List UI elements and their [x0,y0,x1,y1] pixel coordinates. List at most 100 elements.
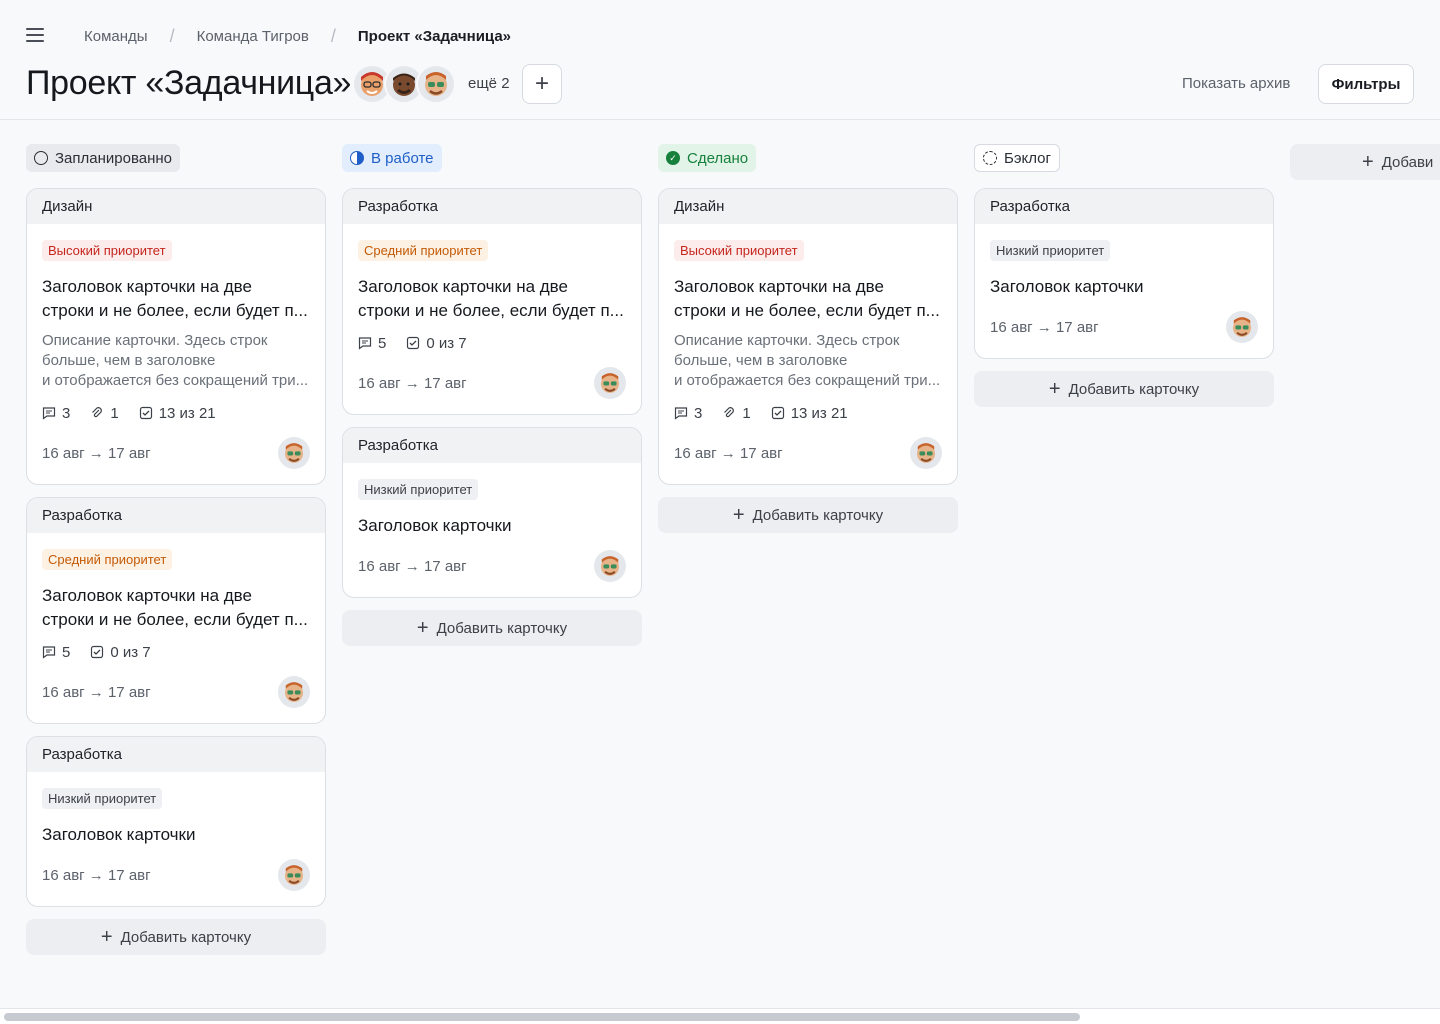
priority-badge: Низкий приоритет [42,788,163,809]
comments-value: 3 [62,404,71,422]
card-title: Заголовок карточки [358,516,512,535]
add-card-button[interactable]: + Добавить карточку [342,610,642,646]
card-meta: 3 1 13 из 21 [42,401,310,425]
task-card[interactable]: Разработка Низкий приоритет Заголовок ка… [974,188,1274,359]
member-avatars[interactable] [352,64,456,104]
priority-badge: Низкий приоритет [990,240,1111,261]
checklist-value: 13 из 21 [790,404,848,422]
assignee-avatar[interactable] [278,859,310,891]
filters-button[interactable]: Фильтры [1318,64,1414,104]
more-members-count[interactable]: ещё 2 [468,75,510,92]
priority-badge: Низкий приоритет [358,479,479,500]
status-backlog[interactable]: Бэклог [974,144,1060,172]
plus-icon: + [732,503,745,526]
checkbox-icon [139,406,152,420]
priority-badge: Средний приоритет [358,240,489,261]
card-title: Заголовок карточки на две строки и не бо… [42,586,308,629]
status-done[interactable]: ✓ Сделано [658,144,757,172]
status-label: Сделано [687,149,749,167]
card-meta: 5 0 из 7 [358,331,626,355]
add-card-button[interactable]: + Добавить карточку [974,371,1274,407]
card-meta: 5 0 из 7 [42,640,310,664]
add-member-button[interactable]: + [522,64,562,104]
comments-value: 3 [694,404,703,422]
hamburger-menu-icon[interactable] [26,28,46,44]
add-column-button[interactable]: + Добави [1290,144,1440,180]
card-title: Заголовок карточки [42,825,196,844]
comments-count: 3 [42,405,70,422]
breadcrumb-team[interactable]: Команда Тигров [197,28,309,45]
avatar[interactable] [416,64,456,104]
circle-outline-icon [34,151,48,165]
card-title: Заголовок карточки на две строки и не бо… [358,277,624,320]
card-category: Дизайн [659,189,957,224]
card-dates: 16 авг → 17 авг [358,374,467,392]
comment-icon [674,407,688,420]
assignee-avatar[interactable] [594,550,626,582]
plus-icon: + [1362,150,1374,173]
add-column-label: Добави [1381,153,1434,171]
card-dates: 16 авг → 17 авг [990,318,1099,336]
task-card[interactable]: Дизайн Высокий приоритет Заголовок карто… [26,188,326,485]
assignee-avatar[interactable] [594,367,626,399]
breadcrumb: Команды / Команда Тигров / Проект «Задач… [84,26,511,47]
comments-count: 5 [42,644,70,661]
card-dates: 16 авг → 17 авг [42,444,151,462]
card-category: Разработка [975,189,1273,224]
show-archive-link[interactable]: Показать архив [1182,75,1290,92]
task-card[interactable]: Разработка Средний приоритет Заголовок к… [26,497,326,724]
attachments-count: 1 [722,405,751,422]
card-category: Дизайн [27,189,325,224]
task-card[interactable]: Разработка Низкий приоритет Заголовок ка… [342,427,642,598]
status-planned[interactable]: Запланированно [26,144,181,172]
checklist-count: 13 из 21 [139,405,216,422]
card-dates: 16 авг → 17 авг [358,557,467,575]
checklist-value: 13 из 21 [158,404,216,422]
task-card[interactable]: Дизайн Высокий приоритет Заголовок карто… [658,188,958,485]
check-circle-icon: ✓ [666,151,680,165]
checklist-value: 0 из 7 [110,643,151,661]
horizontal-scrollbar[interactable] [0,1008,1440,1024]
breadcrumb-separator: / [330,26,336,46]
card-title: Заголовок карточки на две строки и не бо… [42,277,308,320]
status-in-progress[interactable]: В работе [342,144,442,172]
comments-value: 5 [378,334,387,352]
card-category: Разработка [343,189,641,224]
comments-count: 3 [674,405,702,422]
add-card-button[interactable]: + Добавить карточку [658,497,958,533]
task-card[interactable]: Разработка Средний приоритет Заголовок к… [342,188,642,415]
comments-value: 5 [62,643,71,661]
column-in-progress: В работе Разработка Средний приоритет За… [342,144,642,646]
checklist-count: 0 из 7 [90,643,151,661]
card-meta: 3 1 13 из 21 [674,401,942,425]
assignee-avatar[interactable] [1226,311,1258,343]
card-category: Разработка [27,737,325,772]
paperclip-icon [92,407,103,418]
add-card-label: Добавить карточку [436,619,568,637]
checkbox-icon [407,336,420,350]
add-card-button[interactable]: + Добавить карточку [26,919,326,955]
plus-icon: + [100,925,113,948]
checkbox-icon [771,406,784,420]
assignee-avatar[interactable] [910,437,942,469]
card-dates: 16 авг → 17 авг [674,444,783,462]
assignee-avatar[interactable] [278,676,310,708]
card-category: Разработка [343,428,641,463]
card-dates: 16 авг → 17 авг [42,866,151,884]
assignee-avatar[interactable] [278,437,310,469]
column-done: ✓ Сделано Дизайн Высокий приоритет Загол… [658,144,958,533]
scrollbar-thumb[interactable] [4,1013,1080,1021]
status-label: Бэклог [1004,149,1051,167]
column-planned: Запланированно Дизайн Высокий приоритет … [26,144,326,955]
priority-badge: Высокий приоритет [42,240,172,261]
attachments-value: 1 [110,404,119,422]
priority-badge: Средний приоритет [42,549,173,570]
task-card[interactable]: Разработка Низкий приоритет Заголовок ка… [26,736,326,907]
priority-badge: Высокий приоритет [674,240,804,261]
comments-count: 5 [358,335,386,352]
breadcrumb-teams[interactable]: Команды [84,28,148,45]
card-category: Разработка [27,498,325,533]
paperclip-icon [724,407,735,418]
card-title: Заголовок карточки на две строки и не бо… [674,277,940,320]
card-description: Описание карточки. Здесь строк больше, ч… [674,332,941,389]
